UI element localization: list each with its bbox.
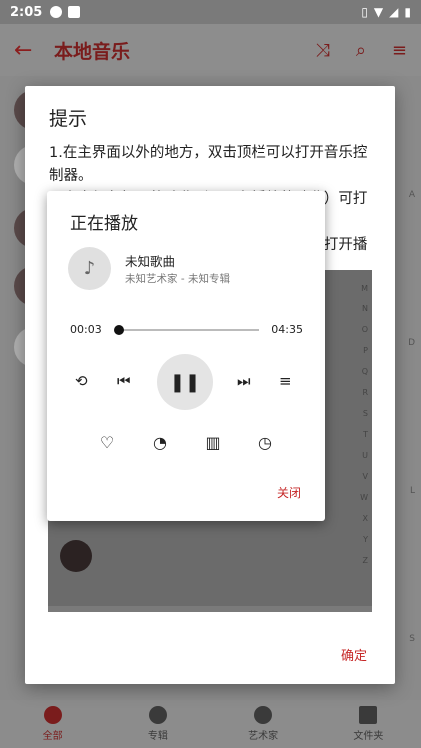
app-bar-actions: ⤨ ⌕ ≡: [315, 40, 407, 61]
total-time: 04:35: [271, 323, 303, 336]
index-letter: P: [363, 346, 368, 355]
app-bar: ← 本地音乐 ⤨ ⌕ ≡: [0, 24, 421, 76]
index-letter[interactable]: D: [408, 338, 415, 348]
nav-item-all[interactable]: 全部: [0, 700, 105, 748]
person-icon: [254, 706, 273, 724]
index-letter: Z: [362, 556, 368, 565]
song-artist-album: 未知艺术家 - 未知专辑: [125, 273, 230, 285]
index-letter: R: [362, 388, 368, 397]
nav-label: 专辑: [147, 731, 168, 742]
index-letter: Q: [361, 367, 368, 376]
index-letter: N: [362, 304, 368, 313]
index-letter[interactable]: S: [409, 634, 415, 644]
now-playing-card: 正在播放 ♪ 未知歌曲 未知艺术家 - 未知专辑 00:03 04:35 ⟲ ⏮…: [47, 191, 325, 521]
index-letter: X: [362, 514, 368, 523]
status-time: 2:05: [10, 4, 43, 20]
nav-label: 艺术家: [248, 731, 279, 742]
index-letter: Y: [363, 535, 368, 544]
song-title: 未知歌曲: [125, 254, 176, 269]
index-letter: S: [362, 409, 368, 418]
illustration-bottom-nav: [48, 606, 372, 612]
index-letter[interactable]: L: [410, 486, 415, 496]
index-letter: M: [361, 284, 368, 293]
index-letter: W: [360, 493, 368, 502]
seek-bar-thumb: [113, 325, 124, 335]
index-letter: U: [362, 451, 368, 460]
nav-label: 全部: [42, 731, 63, 742]
skip-next-icon: ⏭: [237, 372, 251, 390]
now-playing-title: 正在播放: [70, 214, 138, 234]
sort-icon[interactable]: ≡: [392, 40, 407, 61]
back-arrow-icon[interactable]: ←: [14, 38, 54, 63]
confirm-button[interactable]: 确定: [341, 645, 367, 664]
nav-item-folder[interactable]: 文件夹: [316, 700, 421, 748]
equalizer-icon: ▥: [205, 432, 221, 452]
playback-controls: ⟲ ⏮ ❚❚ ⏭ ≡: [47, 354, 325, 410]
speed-icon: ◔: [153, 432, 167, 452]
skip-previous-icon: ⏮: [117, 372, 131, 390]
music-note-icon: [43, 706, 62, 724]
seek-bar: [113, 325, 259, 335]
pause-icon: ❚❚: [157, 354, 213, 410]
index-letter[interactable]: A: [409, 190, 415, 200]
timer-icon: ◷: [258, 432, 272, 452]
playlist-icon: ≡: [279, 372, 292, 390]
status-right-icons: ▯ ▼ ◢ ▮: [361, 5, 411, 19]
vibrate-icon: ▯: [361, 5, 368, 19]
dialog-title: 提示: [49, 108, 88, 130]
favorite-icon: ♡: [99, 432, 115, 452]
notification-icon: [50, 6, 63, 18]
close-button: 关闭: [276, 486, 301, 500]
nav-item-album[interactable]: 专辑: [105, 700, 210, 748]
nav-label: 文件夹: [353, 731, 384, 742]
status-bar: 2:05 ▯ ▼ ◢ ▮: [0, 0, 421, 24]
signal-icon: ◢: [389, 5, 399, 19]
repeat-icon: ⟲: [75, 372, 88, 390]
index-letter: O: [361, 325, 368, 334]
nav-item-artist[interactable]: 艺术家: [211, 700, 316, 748]
dialog-line: 1.在主界面以外的地方，双击顶栏可以打开音乐控制器。: [49, 145, 368, 184]
album-icon: [148, 706, 167, 724]
search-icon[interactable]: ⌕: [356, 40, 366, 61]
notification-icon-2: [68, 6, 81, 18]
index-letter: V: [362, 472, 368, 481]
battery-icon: ▮: [404, 5, 411, 19]
bottom-navigation: 全部 专辑 艺术家 文件夹: [0, 700, 421, 748]
current-time: 00:03: [70, 323, 102, 336]
music-note-icon: ♪: [68, 247, 111, 290]
index-letter: T: [363, 430, 368, 439]
wifi-icon: ▼: [373, 5, 384, 19]
list-item-avatar: [60, 540, 92, 572]
shuffle-icon[interactable]: ⤨: [315, 40, 329, 61]
page-title: 本地音乐: [54, 40, 131, 63]
folder-icon: [359, 706, 378, 724]
